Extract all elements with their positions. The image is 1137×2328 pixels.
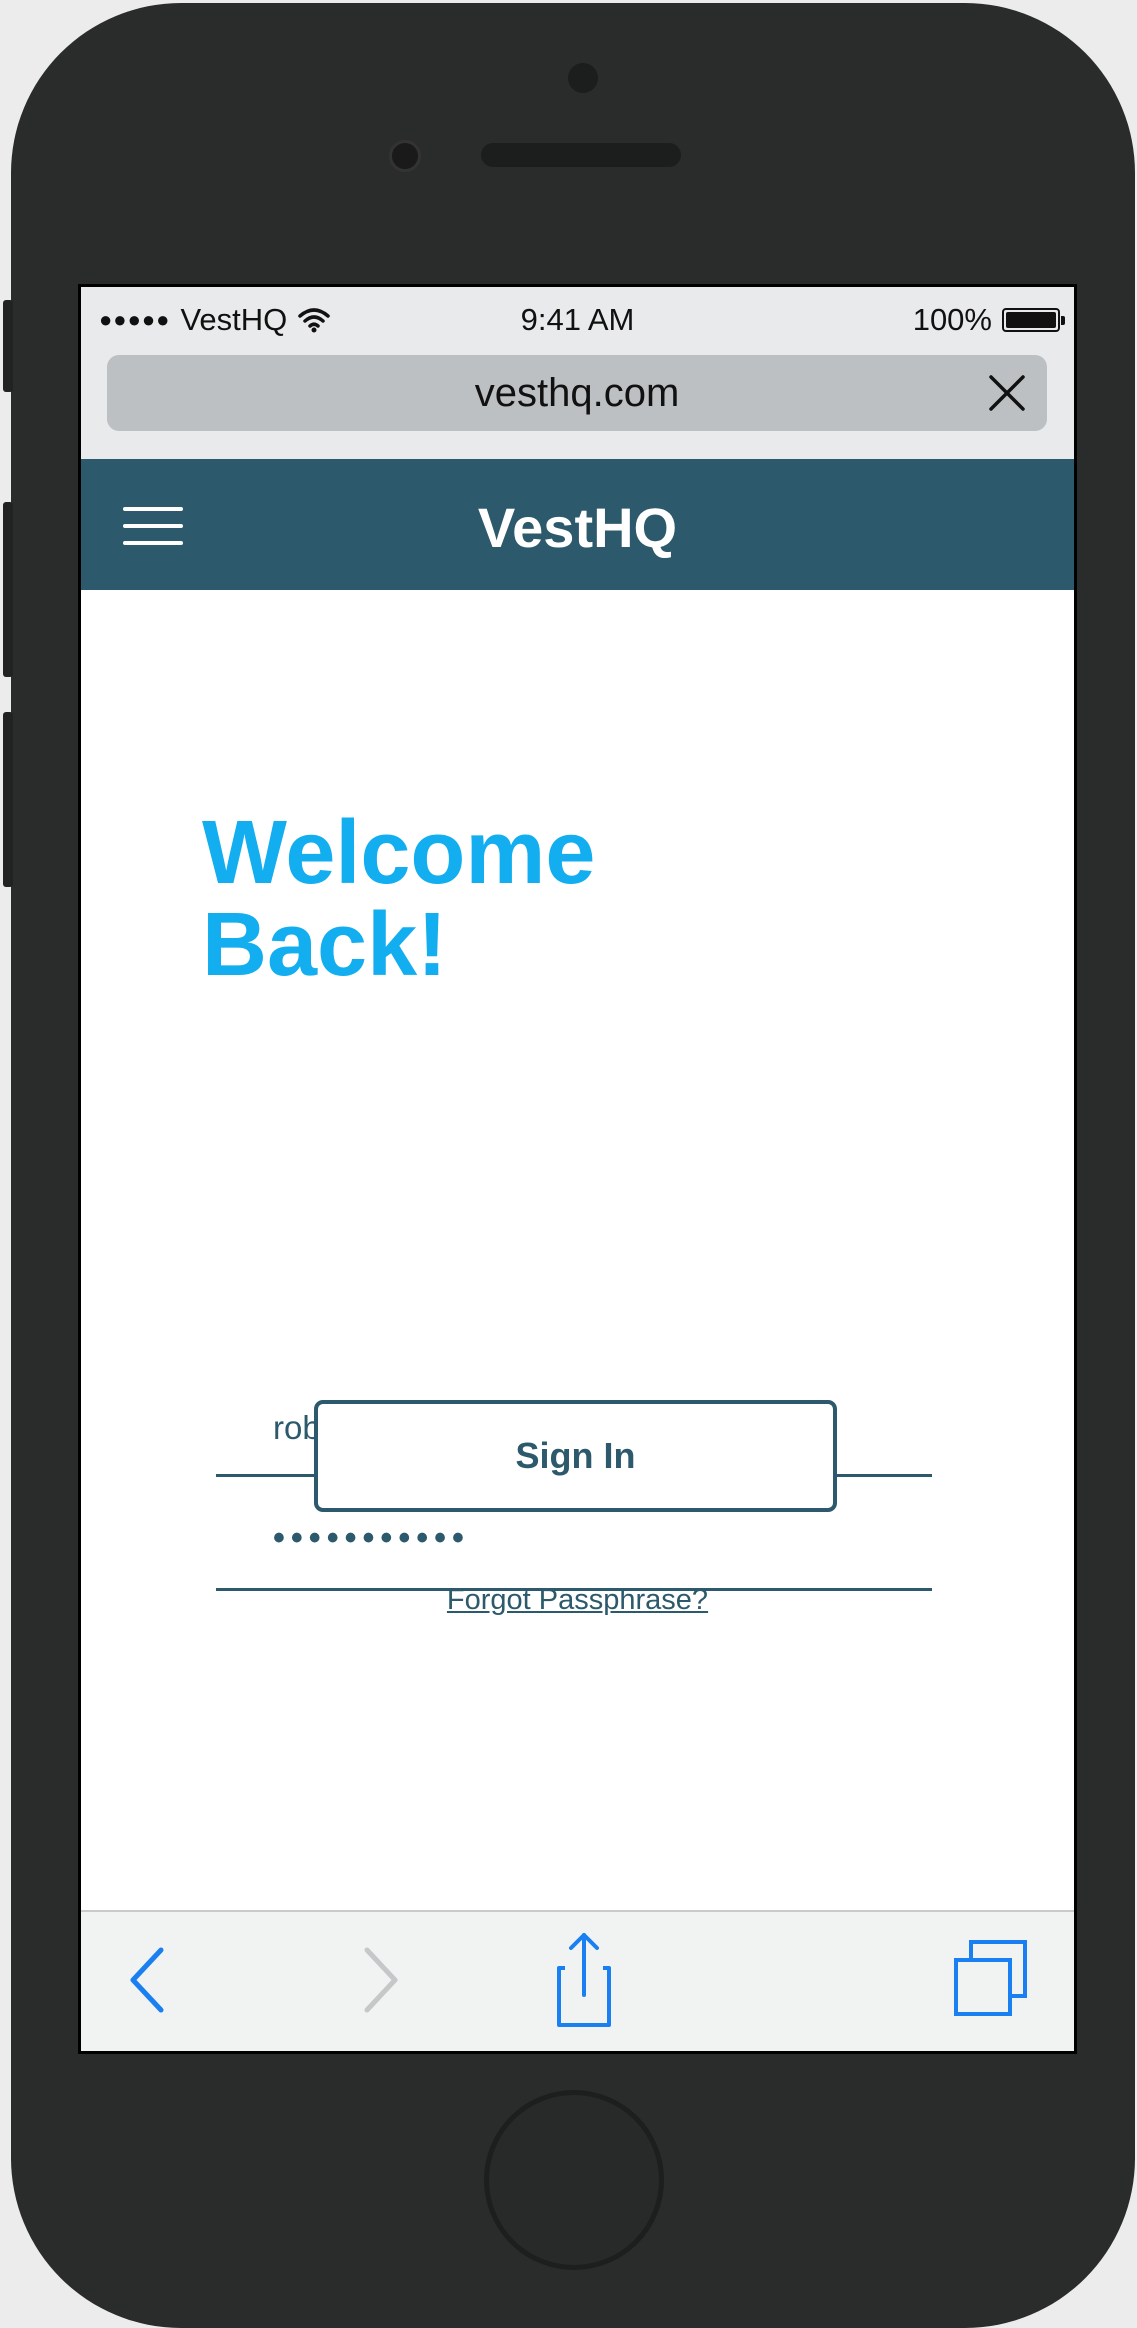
url-text: vesthq.com	[474, 371, 680, 415]
battery-area: 100%	[912, 302, 1065, 338]
share-icon[interactable]	[527, 1930, 627, 2030]
app-header: VestHQ	[81, 459, 1074, 590]
battery-percent: 100%	[912, 302, 992, 337]
chevron-right-icon	[364, 1947, 398, 2013]
earpiece-speaker	[481, 143, 681, 167]
welcome-line-2: Back!	[202, 895, 448, 995]
volume-down-button	[3, 712, 13, 887]
status-bar: ●●●●● VestHQ 9:41 AM 100%	[81, 287, 1074, 347]
home-button[interactable]	[484, 2090, 664, 2270]
front-camera	[389, 140, 421, 172]
browser-chrome: ●●●●● VestHQ 9:41 AM 100% vesthq.com	[81, 287, 1074, 459]
password-field[interactable]: •••••••••••	[216, 1501, 932, 1591]
chevron-left-icon[interactable]	[99, 1930, 199, 2030]
proximity-sensor	[568, 63, 598, 93]
tabs-icon[interactable]	[936, 1930, 1036, 2030]
url-bar[interactable]: vesthq.com	[107, 355, 1047, 431]
mute-switch	[3, 300, 13, 392]
sign-in-button[interactable]: Sign In	[314, 1400, 837, 1512]
welcome-line-1: Welcome	[202, 803, 596, 903]
screen: ●●●●● VestHQ 9:41 AM 100% vesthq.com Ves…	[78, 284, 1077, 2054]
password-input[interactable]: •••••••••••	[273, 1519, 913, 1558]
brand-logo: VestHQ	[477, 496, 678, 559]
browser-toolbar	[81, 1910, 1074, 2051]
welcome-heading: Welcome Back!	[202, 807, 802, 991]
volume-up-button	[3, 502, 13, 677]
forgot-passphrase-link[interactable]: Forgot Passphrase?	[81, 1584, 1074, 1617]
battery-icon	[1002, 308, 1065, 332]
close-icon[interactable]	[985, 371, 1029, 415]
